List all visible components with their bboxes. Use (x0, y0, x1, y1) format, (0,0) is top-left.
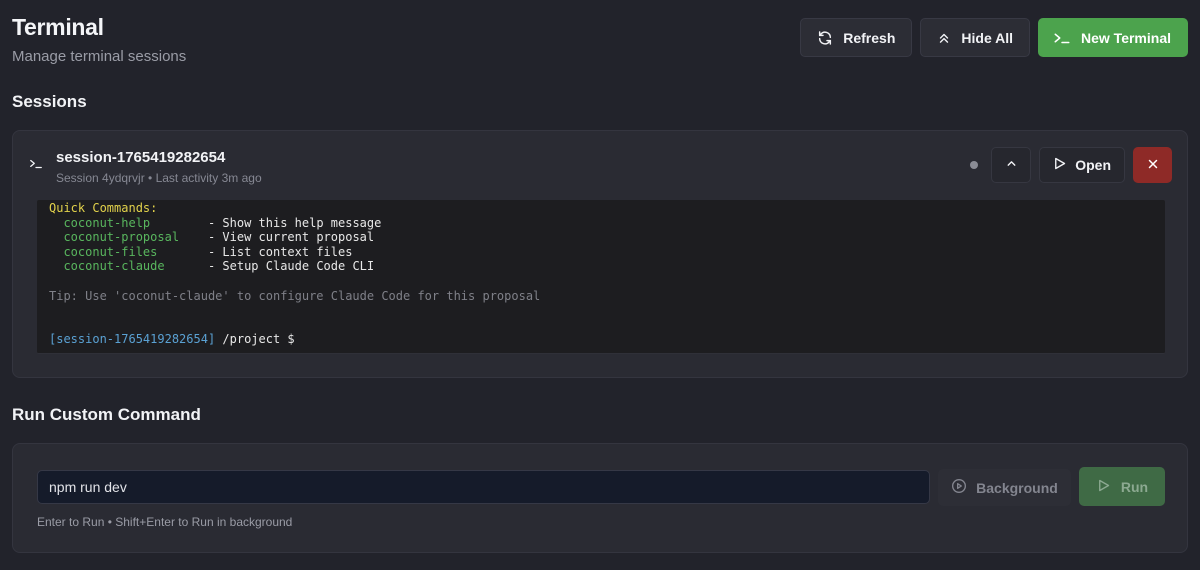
terminal-command-desc: - List context files (207, 244, 353, 259)
hide-all-label: Hide All (961, 29, 1013, 46)
refresh-label: Refresh (843, 29, 896, 46)
new-terminal-button[interactable]: New Terminal (1038, 18, 1188, 57)
hide-all-button[interactable]: Hide All (920, 18, 1030, 57)
refresh-button[interactable]: Refresh (800, 18, 913, 57)
run-label: Run (1120, 478, 1149, 495)
chevrons-up-icon (937, 31, 951, 45)
terminal-page: Terminal Manage terminal sessions Refres… (0, 0, 1200, 570)
chevron-up-icon (1005, 157, 1018, 173)
sessions-title: Sessions (12, 92, 87, 111)
terminal-line: coconut-help - Show this help message (49, 216, 1165, 231)
page-title: Terminal (12, 14, 104, 40)
prompt-session: [session-1765419282654] (49, 332, 216, 347)
close-icon (1147, 157, 1159, 173)
play-icon (1052, 156, 1067, 174)
new-terminal-label: New Terminal (1081, 29, 1171, 46)
close-session-button[interactable] (1133, 147, 1172, 183)
play-circle-icon (951, 478, 967, 497)
terminal-command-desc: - Show this help message (207, 215, 382, 230)
status-indicator (970, 161, 979, 169)
session-header: session-1765419282654 Session 4ydqrvjr •… (29, 149, 262, 185)
terminal-prompt-icon (29, 157, 43, 175)
terminal-line: coconut-claude - Setup Claude Code CLI (49, 259, 1165, 274)
terminal-prompt: [session-1765419282654] /project $ (49, 332, 1165, 347)
custom-command-card: Background Run Enter to Run • Shift+Ente… (12, 443, 1188, 553)
keyboard-hint: Enter to Run • Shift+Enter to Run in bac… (37, 515, 293, 529)
terminal-tip: Tip: Use 'coconut-claude' to configure C… (49, 288, 541, 303)
session-meta: Session 4ydqrvjr • Last activity 3m ago (56, 171, 262, 185)
terminal-line: coconut-files - List context files (49, 245, 1165, 260)
terminal-command-desc: - Setup Claude Code CLI (207, 259, 375, 274)
session-card: session-1765419282654 Session 4ydqrvjr •… (12, 130, 1188, 378)
page-header: Terminal Manage terminal sessions (12, 14, 186, 65)
header-actions: Refresh Hide All New Terminal (800, 18, 1188, 57)
custom-command-title: Run Custom Command (12, 405, 201, 424)
terminal-output[interactable]: Quick Commands: coconut-help - Show this… (37, 200, 1165, 354)
command-input[interactable] (37, 470, 930, 504)
run-button[interactable]: Run (1079, 467, 1165, 506)
background-button[interactable]: Background (938, 469, 1071, 506)
page-subtitle: Manage terminal sessions (12, 48, 187, 65)
terminal-command-desc: - View current proposal (207, 230, 375, 245)
terminal-command: coconut-help (49, 215, 208, 230)
session-info: session-1765419282654 Session 4ydqrvjr •… (56, 149, 262, 185)
terminal-command: coconut-claude (49, 259, 208, 274)
terminal-heading: Quick Commands: (49, 201, 158, 215)
prompt-path: /project $ (215, 332, 295, 347)
terminal-command: coconut-proposal (49, 230, 208, 245)
open-button[interactable]: Open (1039, 147, 1125, 183)
terminal-command: coconut-files (49, 244, 208, 259)
terminal-prompt-icon (1053, 31, 1071, 45)
open-label: Open (1075, 157, 1111, 173)
background-label: Background (976, 479, 1058, 496)
session-tools: Open (970, 147, 1172, 183)
terminal-line: coconut-proposal - View current proposal (49, 230, 1165, 245)
play-icon (1096, 478, 1111, 496)
refresh-icon (817, 30, 833, 46)
collapse-button[interactable] (991, 147, 1032, 183)
session-name: session-1765419282654 (56, 149, 226, 166)
